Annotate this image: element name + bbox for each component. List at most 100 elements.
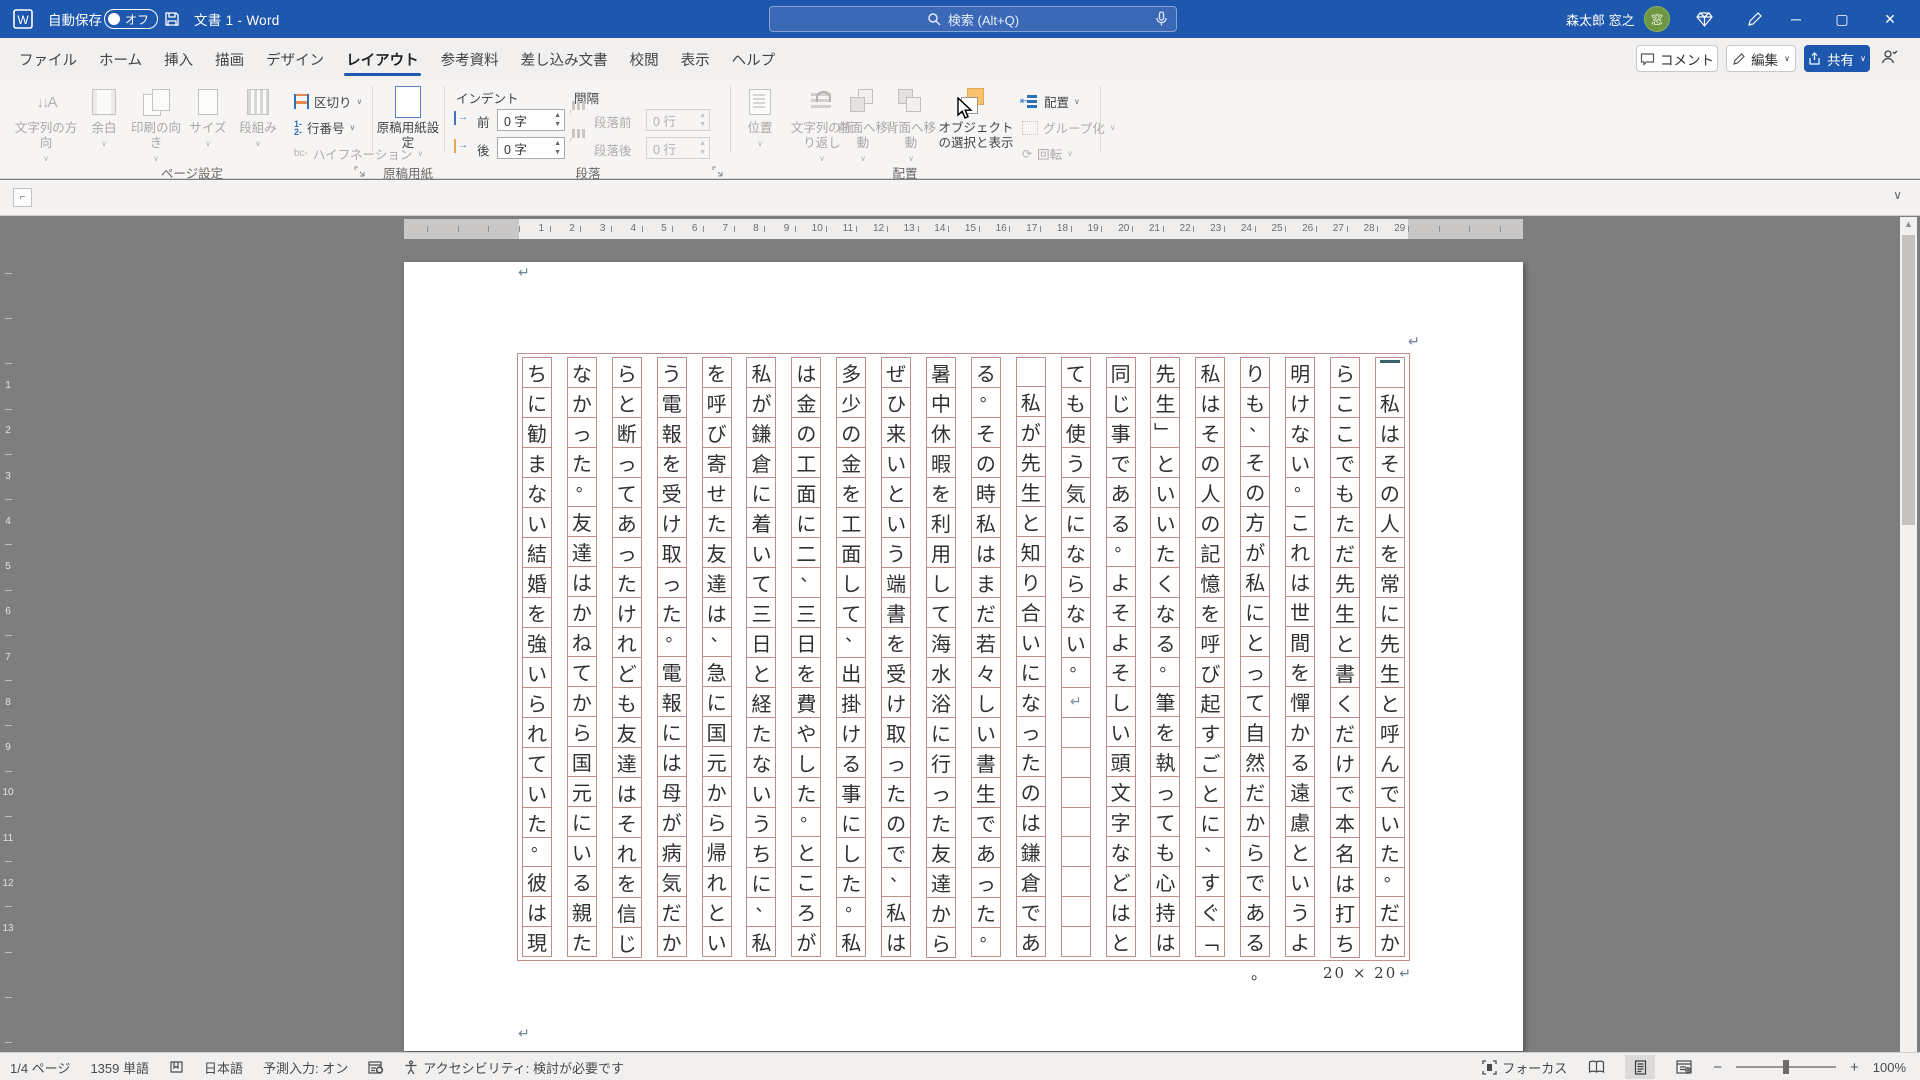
manuscript-cell: 金	[791, 387, 822, 418]
comments-button[interactable]: コメント	[1636, 45, 1718, 72]
user-avatar[interactable]: 窓	[1644, 6, 1670, 32]
word-app-icon[interactable]: W	[12, 0, 34, 38]
zoom-level[interactable]: 100%	[1873, 1060, 1906, 1075]
genko-settings-button[interactable]: 原稿用紙設定	[376, 86, 440, 151]
manuscript-cell: 人	[1195, 477, 1226, 508]
line-numbers-button[interactable]: 1- 2- 行番号 ∨	[294, 118, 355, 137]
genko-paper-icon	[395, 86, 421, 118]
vertical-scrollbar[interactable]: ▲	[1900, 217, 1917, 1052]
document-canvas[interactable]: 1 2 3 4 5 6 7 8 9 10 11 12 13 14 15 16 17 18 19 20 21 22 23 24 2…	[0, 217, 1920, 1052]
manuscript-cell: り	[1240, 357, 1271, 388]
tab-レイアウト[interactable]: レイアウト	[335, 49, 430, 80]
v-ruler-number: 4	[5, 515, 11, 527]
tab-参考資料[interactable]: 参考資料	[430, 49, 510, 80]
spinner-arrows-icon[interactable]: ▲ ▼	[554, 139, 561, 157]
toggle-knob-icon	[108, 13, 120, 25]
tab-描画[interactable]: 描画	[204, 49, 255, 80]
language-indicator[interactable]: 日本語	[204, 1058, 243, 1077]
read-mode-button[interactable]	[1581, 1055, 1611, 1079]
search-input[interactable]: 検索 (Alt+Q)	[769, 6, 1177, 32]
manuscript-cell: 用	[926, 537, 957, 568]
tab-挿入[interactable]: 挿入	[153, 49, 204, 80]
scroll-up-icon[interactable]: ▲	[1900, 219, 1917, 229]
h-ruler-number: 1	[538, 223, 545, 234]
document-page[interactable]: ↵ ↵ ↵ 私はその人を常に先生と呼んでいた。だからここでもただ先生と書くだけで…	[404, 262, 1523, 1051]
editing-mode-button[interactable]: 編集 ∨	[1726, 45, 1796, 72]
manuscript-cell: が	[746, 387, 777, 418]
accessibility-status[interactable]: アクセシビリティ: 検討が必要です	[404, 1058, 624, 1077]
minimize-button[interactable]: ─	[1773, 0, 1819, 38]
editor-icon[interactable]	[368, 1060, 384, 1075]
ink-pen-icon[interactable]	[1740, 0, 1768, 38]
page-setup-dialog-launcher[interactable]	[354, 166, 365, 177]
page-indicator[interactable]: 1/4 ページ	[10, 1058, 70, 1077]
tab-ホーム[interactable]: ホーム	[88, 49, 153, 80]
breaks-button[interactable]: 区切り ∨	[294, 92, 362, 111]
tab-stop-selector[interactable]: ⌐	[13, 188, 32, 207]
manuscript-cell: は	[566, 566, 597, 597]
h-ruler-number: 7	[722, 223, 729, 234]
tab-差し込み文書[interactable]: 差し込み文書	[510, 49, 619, 80]
zoom-in-icon[interactable]: +	[1850, 1059, 1859, 1076]
person-search-icon[interactable]	[1880, 48, 1899, 71]
manuscript-cell: で	[1015, 896, 1046, 927]
tab-表示[interactable]: 表示	[670, 49, 721, 80]
proofing-icon[interactable]	[169, 1060, 184, 1075]
manuscript-cell: っ	[611, 447, 642, 478]
tab-校閲[interactable]: 校閲	[619, 49, 670, 80]
menu-tabs: ファイル ホーム 挿入 描画 デザイン レイアウト 参考資料 差し込み文書 校閲 表示 ヘルプ	[8, 38, 786, 80]
tab-ヘルプ[interactable]: ヘルプ	[721, 49, 787, 80]
manuscript-cell: だ	[656, 896, 687, 927]
tab-デザイン[interactable]: デザイン	[255, 49, 335, 80]
user-name[interactable]: 森太郎 窓之	[1566, 0, 1635, 38]
tab-ファイル[interactable]: ファイル	[8, 49, 88, 80]
dictate-mic-icon[interactable]	[1155, 11, 1168, 31]
v-ruler-number: 1	[5, 380, 11, 391]
scrollbar-thumb[interactable]	[1902, 235, 1915, 525]
manuscript-cell: が	[1015, 416, 1046, 447]
manuscript-cell: を	[611, 867, 642, 898]
manuscript-cell: 取	[656, 537, 687, 568]
selection-pane-label: オブジェクトの選択と表示	[938, 121, 1014, 150]
manuscript-cell: と	[701, 896, 732, 927]
genko-manuscript-grid[interactable]: 私はその人を常に先生と呼んでいた。だからここでもただ先生と書くだけで本名は打ち明…	[517, 353, 1411, 983]
zoom-slider[interactable]	[1735, 1060, 1836, 1074]
manuscript-cell: 利	[926, 507, 957, 538]
spinner-arrows-icon[interactable]: ▲ ▼	[554, 111, 561, 129]
zoom-out-icon[interactable]: −	[1713, 1059, 1722, 1076]
manuscript-cell: る	[1285, 746, 1316, 777]
focus-mode-button[interactable]: フォーカス	[1482, 1058, 1567, 1077]
paragraph-dialog-launcher[interactable]	[712, 166, 723, 177]
manuscript-cell: 受	[656, 477, 687, 508]
horizontal-ruler[interactable]: 1 2 3 4 5 6 7 8 9 10 11 12 13 14 15 16 17 18 19 20 21 22 23 24 2…	[404, 219, 1523, 239]
manuscript-column-3: 明けない。これは世間を憚かる遠慮というよ	[1285, 357, 1316, 957]
manuscript-cell: か	[656, 926, 687, 957]
print-layout-button[interactable]	[1625, 1055, 1656, 1079]
close-button[interactable]: ✕	[1867, 0, 1913, 38]
manuscript-cell: た	[926, 807, 957, 838]
indent-before-input[interactable]: 0 字 ▲ ▼	[497, 109, 565, 131]
ime-prediction-indicator[interactable]: 予測入力: オン	[263, 1058, 348, 1077]
manuscript-cell: う	[1285, 896, 1316, 927]
maximize-button[interactable]: ▢	[1819, 0, 1865, 38]
align-button[interactable]: 配置∨	[1020, 92, 1080, 111]
manuscript-cell: 気	[1060, 477, 1091, 508]
manuscript-cell	[1060, 896, 1091, 928]
manuscript-column-2: らここでもただ先生と書くだけで本名は打ち	[1330, 357, 1361, 958]
indent-after-input[interactable]: 0 字 ▲ ▼	[497, 137, 565, 159]
word-count[interactable]: 1359 単語	[90, 1058, 149, 1077]
ribbon-collapse-chevron-icon[interactable]: ∨	[1893, 188, 1902, 202]
zoom-slider-thumb[interactable]	[1782, 1060, 1789, 1074]
share-button[interactable]: 共有 ∨	[1804, 45, 1870, 72]
manuscript-cell: 世	[1285, 596, 1316, 627]
manuscript-cell: か	[1374, 926, 1405, 957]
web-layout-button[interactable]	[1669, 1055, 1699, 1079]
autosave-toggle[interactable]: オフ	[104, 9, 158, 29]
paragraph-return-mark: ↵	[1399, 966, 1413, 982]
manuscript-cell: 書	[881, 597, 912, 628]
manuscript-cell: 時	[970, 476, 1001, 508]
gem-premium-icon[interactable]	[1690, 0, 1718, 38]
save-icon[interactable]	[164, 0, 180, 38]
manuscript-cell: 元	[701, 746, 732, 777]
h-ruler-number: 29	[1394, 223, 1406, 234]
